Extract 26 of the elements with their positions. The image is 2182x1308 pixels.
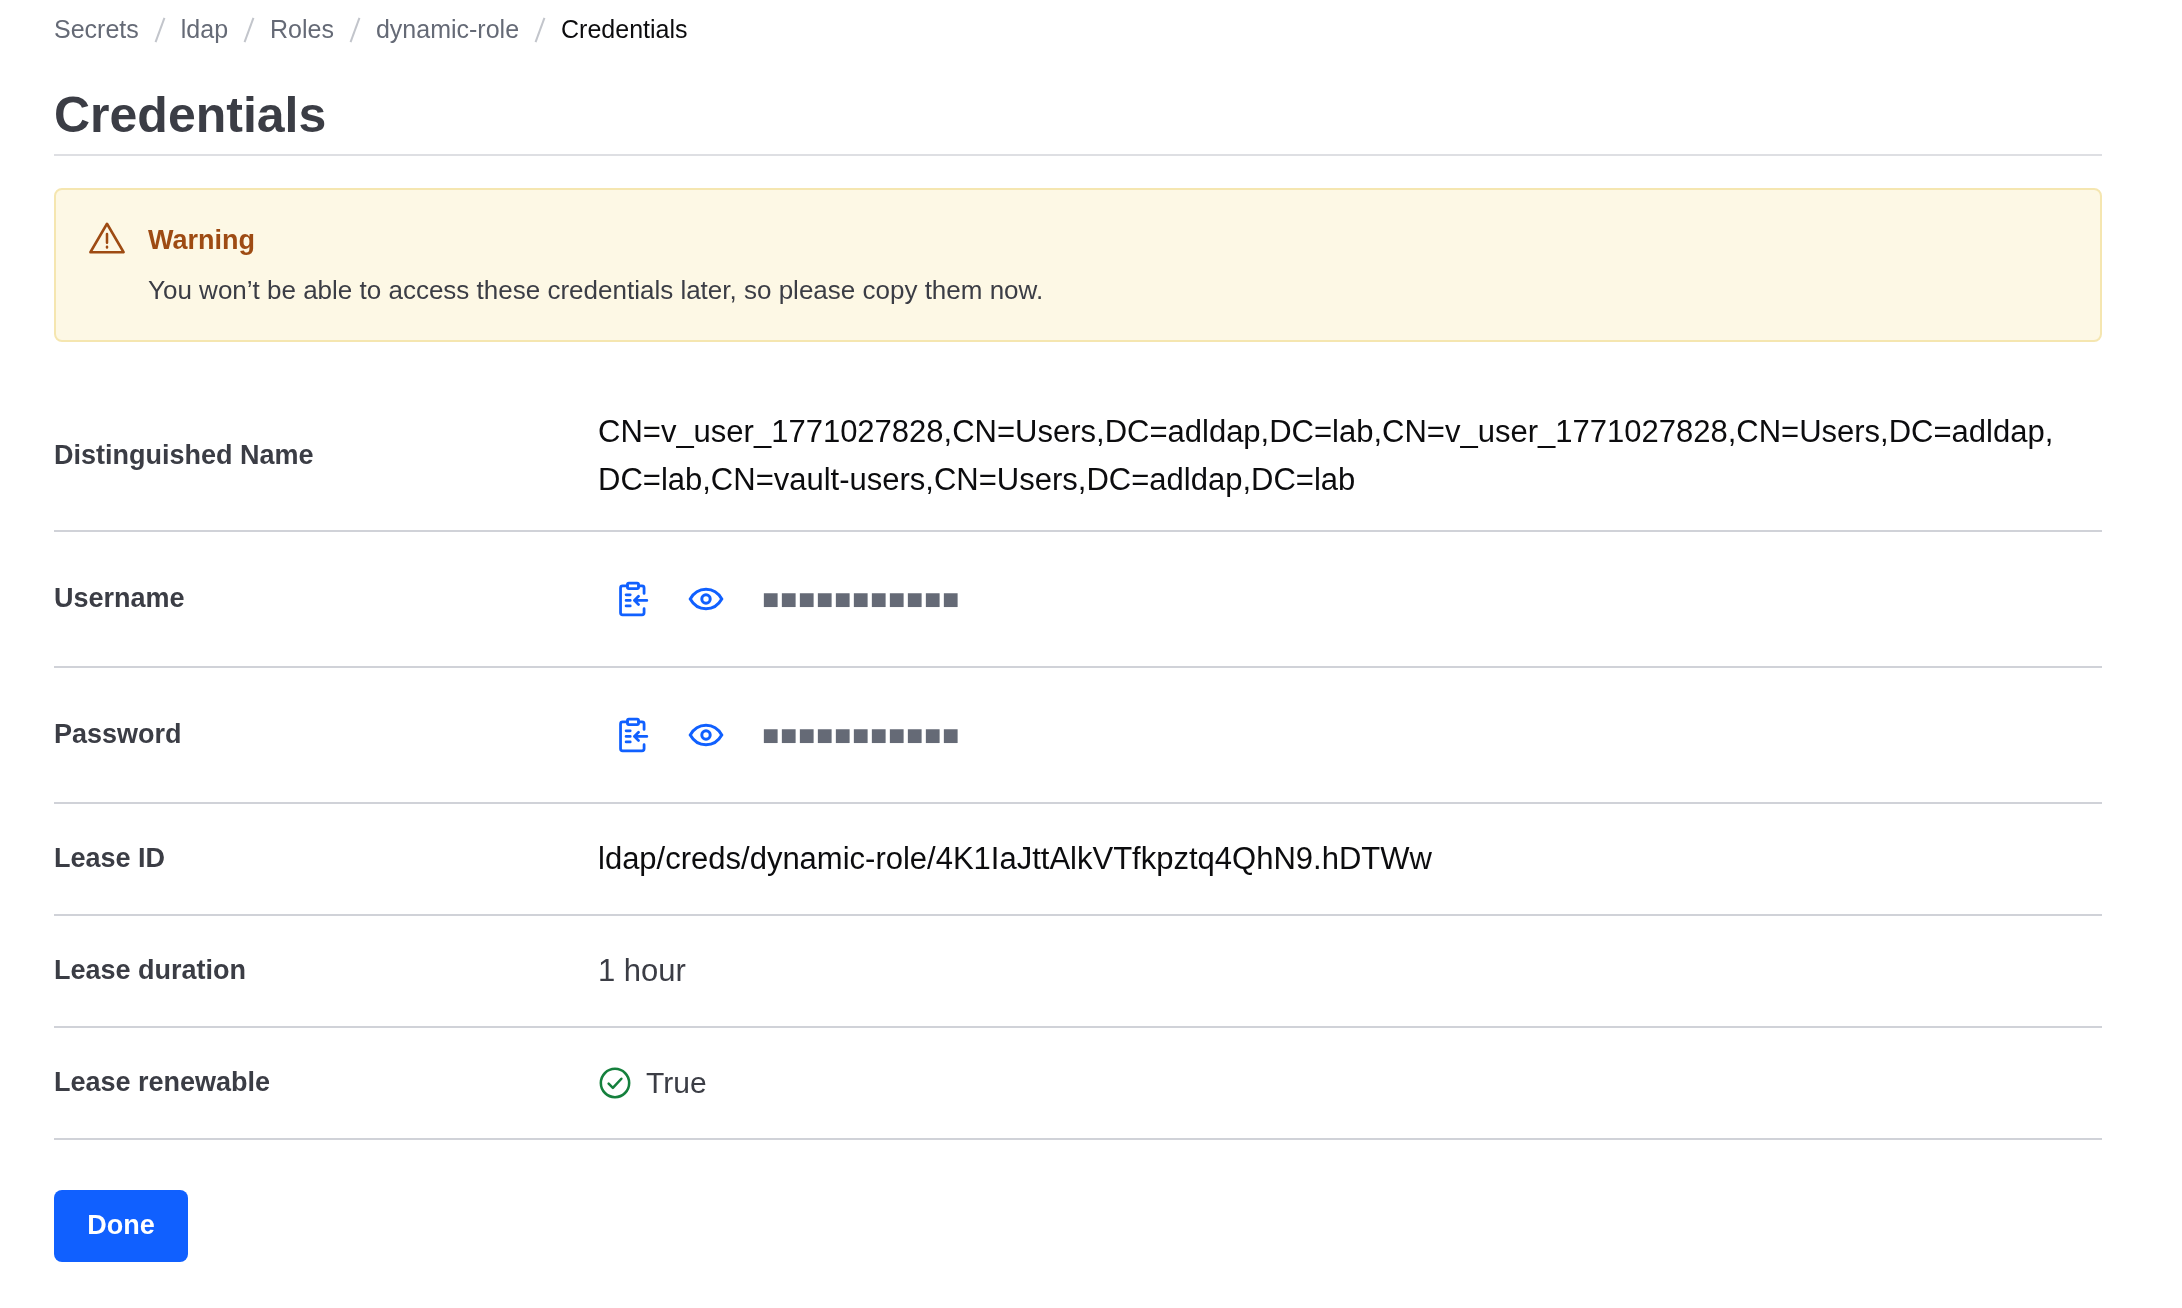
field-label: Username bbox=[54, 582, 186, 616]
breadcrumb-link[interactable]: dynamic-role bbox=[375, 11, 520, 49]
field-value: CN=v_user_1771027828,CN=Users,DC=adldap,DC=lab,CN=v_user_1771027828,CN=Users,DC=adldap,DC=lab,CN=vault-users,CN=Users,DC=adldap,DC=lab bbox=[598, 412, 2055, 499]
copy-icon[interactable] bbox=[616, 580, 650, 617]
done-button[interactable]: Done bbox=[54, 1189, 188, 1262]
eye-icon[interactable] bbox=[688, 585, 724, 612]
field-value: True bbox=[646, 1065, 707, 1101]
breadcrumb-current: Credentials bbox=[561, 14, 688, 46]
breadcrumb-link[interactable]: ldap bbox=[180, 11, 229, 49]
alert-message: You won’t be able to access these credentials later, so please copy them now. bbox=[148, 273, 1044, 307]
masked-value: ■■■■■■■■■■■ bbox=[762, 587, 961, 611]
field-label: Lease duration bbox=[54, 954, 248, 988]
eye-icon[interactable] bbox=[688, 721, 724, 748]
alert-title: Warning bbox=[148, 224, 256, 257]
masked-value: ■■■■■■■■■■■ bbox=[762, 723, 961, 747]
field-label: Password bbox=[54, 718, 183, 752]
field-label: Lease ID bbox=[54, 842, 167, 876]
page-title: Credentials bbox=[54, 90, 328, 140]
breadcrumb-link[interactable]: Secrets bbox=[54, 11, 139, 49]
copy-icon[interactable] bbox=[616, 716, 650, 753]
field-value: 1 hour bbox=[598, 951, 686, 990]
field-value: ldap/creds/dynamic-role/4K1IaJttAlkVTfkpztq4QhN9.hDTWw bbox=[598, 839, 1432, 878]
breadcrumb-link[interactable]: Roles bbox=[270, 11, 334, 49]
field-label: Lease renewable bbox=[54, 1066, 272, 1100]
field-label: Distinguished Name bbox=[54, 439, 315, 473]
warning-icon bbox=[88, 220, 126, 256]
